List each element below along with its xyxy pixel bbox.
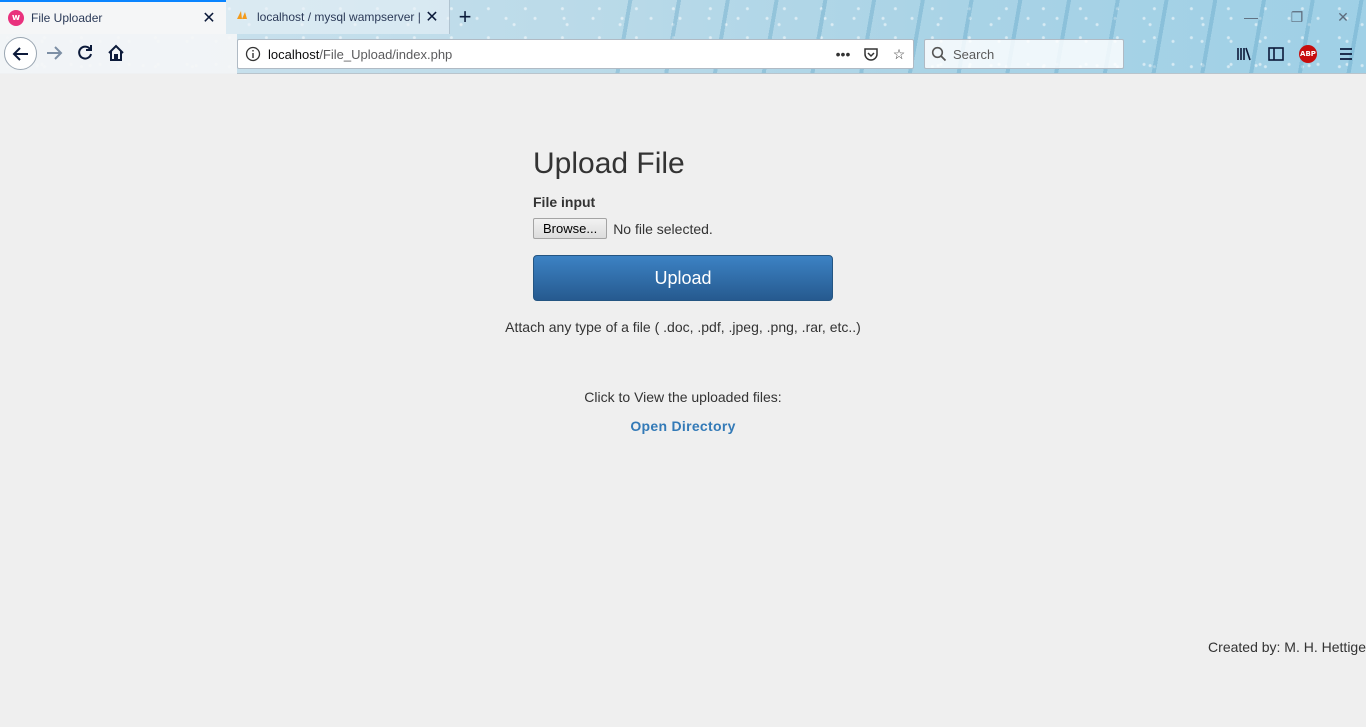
menu-icon[interactable] (1334, 42, 1358, 66)
file-input-label: File input (533, 194, 596, 210)
nav-bar: localhost/File_Upload/index.php ••• ☆ AB… (0, 34, 1366, 74)
url-text[interactable]: localhost/File_Upload/index.php (268, 47, 829, 62)
page-actions-icon[interactable]: ••• (829, 40, 857, 68)
back-button[interactable] (4, 37, 37, 70)
footer-credit: Created by: M. H. Hettige (1208, 639, 1366, 655)
url-host: localhost (268, 46, 320, 62)
page-content: Upload File File input Browse... No file… (0, 74, 1366, 727)
pocket-shape-icon (864, 48, 878, 61)
tab-title: localhost / mysql wampserver | (257, 10, 421, 24)
minimize-icon[interactable]: — (1238, 6, 1264, 28)
tab-phpmyadmin[interactable]: localhost / mysql wampserver | ✕ (226, 0, 450, 34)
restore-icon[interactable]: ❐ (1284, 6, 1310, 28)
home-icon (108, 44, 124, 61)
adblock-plus-icon[interactable]: ABP (1296, 42, 1320, 66)
reload-icon (78, 45, 92, 60)
tab-file-uploader[interactable]: w File Uploader ✕ (0, 0, 226, 34)
library-icon[interactable] (1232, 42, 1256, 66)
info-circle-icon (245, 46, 261, 62)
close-tab-icon[interactable]: ✕ (423, 8, 441, 26)
bookmark-star-icon[interactable]: ☆ (885, 40, 913, 68)
phpmyadmin-icon (234, 9, 250, 25)
new-tab-button[interactable]: + (452, 4, 478, 30)
open-directory: Open Directory (0, 418, 1366, 434)
page-title: Upload File (533, 147, 685, 180)
pocket-icon[interactable] (857, 40, 885, 68)
browse-button[interactable]: Browse... (533, 218, 608, 239)
abp-badge: ABP (1299, 45, 1317, 63)
reload-button[interactable] (73, 41, 97, 65)
close-tab-icon[interactable]: ✕ (200, 9, 218, 27)
search-bar[interactable] (924, 39, 1124, 69)
search-icon (931, 46, 947, 62)
file-type-hint: Attach any type of a file ( .doc, .pdf, … (505, 319, 861, 335)
forward-button[interactable] (42, 41, 66, 65)
info-icon[interactable] (238, 46, 268, 62)
tab-title: File Uploader (31, 11, 103, 25)
upload-button[interactable]: Upload (533, 255, 833, 301)
wamp-icon: w (8, 10, 24, 26)
file-status: No file selected. (613, 220, 713, 237)
search-input[interactable] (953, 46, 1113, 62)
close-window-icon[interactable]: ✕ (1330, 6, 1356, 28)
library-shape-icon (1237, 47, 1251, 61)
arrow-right-icon (47, 46, 63, 60)
view-files-label: Click to View the uploaded files: (584, 389, 782, 405)
file-input[interactable]: Browse... No file selected. (533, 218, 713, 239)
browser-chrome: w File Uploader ✕ localhost / mysql wamp… (0, 0, 1366, 74)
tab-bar: w File Uploader ✕ localhost / mysql wamp… (0, 0, 1366, 34)
open-directory-link[interactable]: Open Directory (630, 418, 735, 434)
sail-icon (237, 11, 247, 19)
sidebar-icon[interactable] (1264, 42, 1288, 66)
home-button[interactable] (104, 41, 128, 65)
hamburger-icon (1340, 48, 1352, 60)
url-path: /File_Upload/index.php (319, 46, 453, 62)
arrow-left-icon (12, 46, 28, 61)
sidebar-shape-icon (1268, 47, 1284, 61)
address-bar[interactable]: localhost/File_Upload/index.php ••• ☆ (237, 39, 914, 69)
